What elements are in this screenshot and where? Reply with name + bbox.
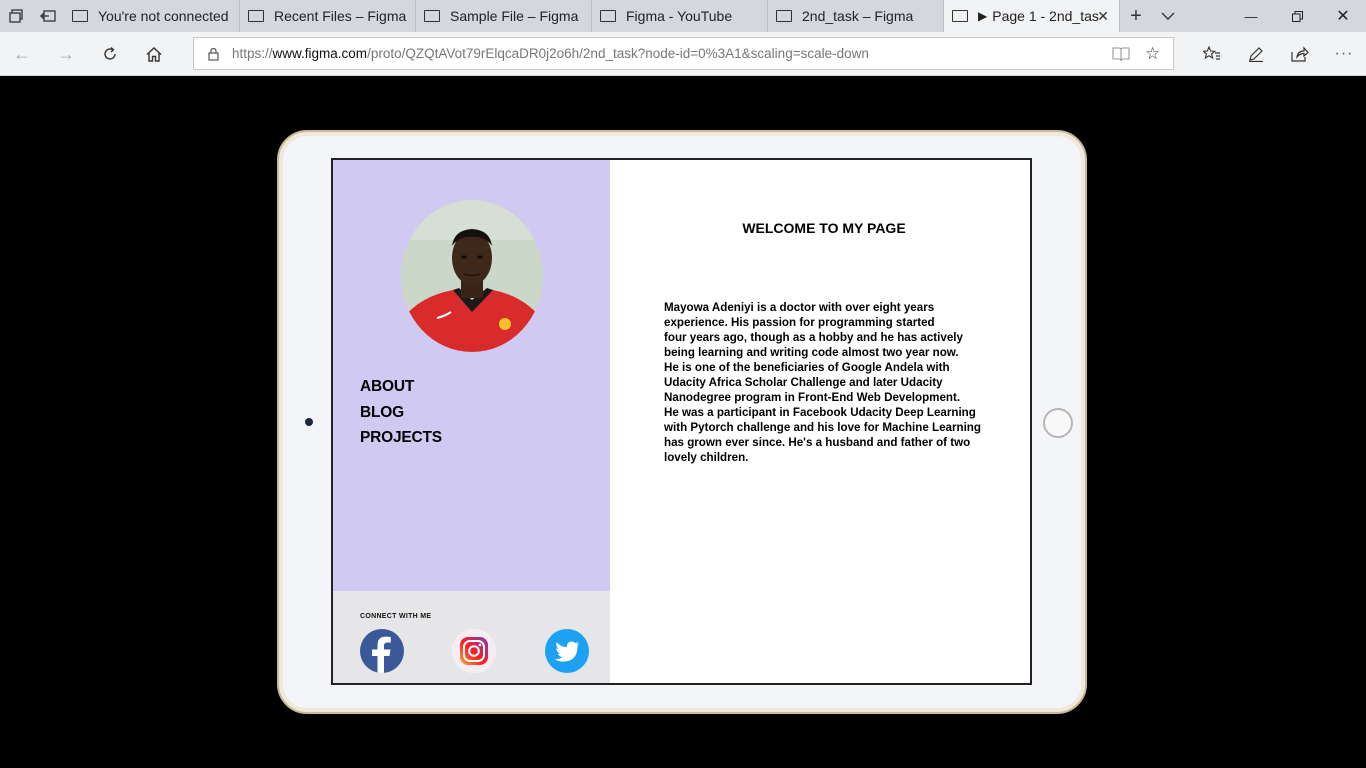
profile-sidebar: ABOUT BLOG PROJECTS — [333, 160, 610, 591]
twitter-icon[interactable] — [545, 629, 589, 673]
minimize-icon: — — [1244, 8, 1258, 24]
tab-page-1-active[interactable]: ▶ Page 1 - 2nd_tas ✕ — [944, 0, 1120, 32]
web-note-button[interactable] — [1244, 42, 1268, 66]
more-icon: ··· — [1334, 45, 1354, 62]
set-tabs-aside-button[interactable] — [32, 0, 64, 32]
tab-figma-youtube[interactable]: Figma - YouTube — [592, 0, 768, 32]
tablet-camera — [305, 418, 313, 426]
pen-icon — [1249, 47, 1263, 62]
share-icon — [1291, 46, 1309, 62]
arrow-left-icon: ← — [13, 43, 31, 64]
tab-label: Page 1 - 2nd_tas — [992, 8, 1099, 24]
url-host: www.figma.com — [272, 46, 368, 61]
set-aside-icon — [40, 10, 56, 22]
bio-line: four years ago, though as a hobby and he… — [664, 331, 963, 344]
bio-line: has grown ever since. He's a husband and… — [664, 436, 971, 449]
page-icon — [424, 10, 440, 22]
close-icon: ✕ — [1336, 8, 1350, 25]
favorites-list-icon — [1203, 46, 1220, 60]
page-title: WELCOME TO MY PAGE — [742, 220, 906, 236]
facebook-icon[interactable] — [360, 629, 404, 673]
bio-line: Udacity Africa Scholar Challenge and lat… — [664, 376, 943, 389]
nav-about-link[interactable]: ABOUT — [360, 374, 442, 400]
refresh-button[interactable] — [98, 42, 122, 66]
page-icon — [600, 10, 616, 22]
bio-text: Mayowa Adeniyi is a doctor with over eig… — [664, 300, 1009, 465]
bio-line: He was a participant in Facebook Udacity… — [664, 406, 976, 419]
instagram-icon[interactable] — [452, 629, 496, 673]
restore-icon — [1291, 10, 1303, 22]
refresh-icon — [104, 46, 116, 60]
connect-label: CONNECT WITH ME — [360, 613, 432, 620]
tab-sample-file[interactable]: Sample File – Figma — [416, 0, 592, 32]
plus-icon: + — [1130, 4, 1142, 27]
minimize-button[interactable]: — — [1228, 0, 1274, 32]
page-icon — [72, 10, 88, 22]
tab-bar: You're not connected Recent Files – Figm… — [0, 0, 1366, 32]
url-path: /proto/QZQtAVot79rElqcaDR0j2o6h/2nd_task… — [367, 46, 869, 61]
page-icon — [248, 10, 264, 22]
profile-avatar — [401, 200, 543, 352]
tab-label: Figma - YouTube — [626, 8, 733, 24]
profile-photo — [401, 200, 543, 352]
tab-label: You're not connected — [98, 8, 229, 24]
favorites-button[interactable] — [1200, 42, 1224, 66]
close-window-button[interactable]: ✕ — [1320, 0, 1366, 32]
reading-view-icon[interactable] — [1112, 46, 1130, 62]
page-icon — [952, 10, 968, 22]
lock-icon — [208, 47, 219, 61]
tab-bar-spacer — [1184, 0, 1228, 32]
arrow-right-icon: → — [57, 43, 75, 64]
close-tab-icon[interactable]: ✕ — [1097, 8, 1109, 25]
home-icon — [146, 46, 162, 62]
tab-label: 2nd_task – Figma — [802, 8, 914, 24]
back-button[interactable]: ← — [10, 42, 34, 66]
bio-line: being learning and writing code almost t… — [664, 346, 959, 359]
favorite-star-icon[interactable]: ☆ — [1145, 44, 1160, 64]
tab-2nd-task[interactable]: 2nd_task – Figma — [768, 0, 944, 32]
prototype-screen: ABOUT BLOG PROJECTS CONNECT WITH ME WELC… — [331, 158, 1032, 685]
bio-line: experience. His passion for programming … — [664, 316, 935, 329]
play-icon: ▶ — [978, 9, 988, 23]
new-tab-button[interactable]: + — [1120, 0, 1152, 32]
tab-preview-button[interactable] — [1152, 0, 1184, 32]
url-input[interactable]: https://www.figma.com/proto/QZQtAVot79rE… — [193, 37, 1174, 70]
home-button[interactable] — [142, 42, 166, 66]
bio-line: with Pytorch challenge and his love for … — [664, 421, 981, 434]
tab-overview-button[interactable] — [0, 0, 32, 32]
url-text: https://www.figma.com/proto/QZQtAVot79rE… — [232, 46, 869, 61]
main-content: WELCOME TO MY PAGE Mayowa Adeniyi is a d… — [610, 160, 1030, 683]
connect-panel: CONNECT WITH ME — [333, 591, 610, 683]
tablet-home-button[interactable] — [1043, 408, 1073, 438]
bio-line: He is one of the beneficiaries of Google… — [664, 361, 950, 374]
bio-line: lovely children. — [664, 451, 749, 464]
nav-blog-link[interactable]: BLOG — [360, 400, 442, 426]
share-button[interactable] — [1288, 42, 1312, 66]
restore-button[interactable] — [1274, 0, 1320, 32]
address-bar: ← → https://www.figma.com/proto/QZQtAVot… — [0, 32, 1366, 76]
tab-label: Sample File – Figma — [450, 8, 579, 24]
tabs-icon — [9, 9, 23, 23]
bio-line: Mayowa Adeniyi is a doctor with over eig… — [664, 301, 935, 314]
tab-recent-files[interactable]: Recent Files – Figma — [240, 0, 416, 32]
nav-projects-link[interactable]: PROJECTS — [360, 425, 442, 451]
tab-label: Recent Files – Figma — [274, 8, 407, 24]
url-prefix: https:// — [232, 46, 273, 61]
more-button[interactable]: ··· — [1332, 42, 1356, 66]
tab-not-connected[interactable]: You're not connected — [64, 0, 240, 32]
page-icon — [776, 10, 792, 22]
forward-button[interactable]: → — [54, 42, 78, 66]
site-nav: ABOUT BLOG PROJECTS — [360, 374, 442, 451]
bio-line: Nanodegree program in Front-End Web Deve… — [664, 391, 961, 404]
chevron-down-icon — [1161, 12, 1175, 20]
